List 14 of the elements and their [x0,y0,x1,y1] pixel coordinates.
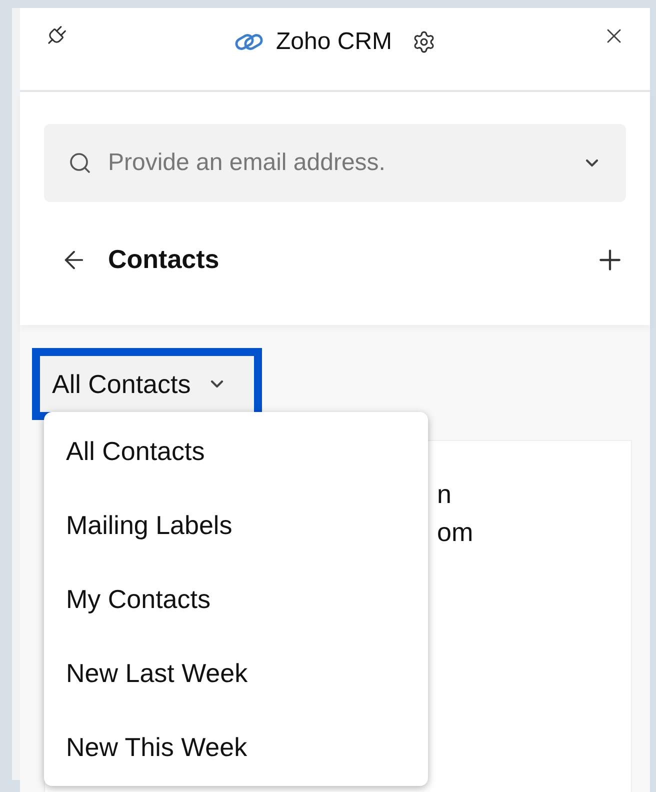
search-icon [68,151,92,175]
menu-item[interactable]: New Last Week [44,636,428,710]
app-title: Zoho CRM [276,27,392,57]
menu-item[interactable]: Mailing Labels [44,488,428,562]
menu-item[interactable]: My Contacts [44,562,428,636]
settings-icon[interactable] [412,30,436,54]
card-text: om [437,516,474,549]
card-text: n [437,478,452,511]
menu-item[interactable]: New This Week [44,710,428,784]
search-bar[interactable]: Provide an email address. [44,124,626,202]
module-title: Contacts [108,243,220,276]
search-field[interactable]: Provide an email address. [108,145,566,181]
view-selector[interactable]: All Contacts [32,348,262,420]
logo-icon [234,31,264,53]
